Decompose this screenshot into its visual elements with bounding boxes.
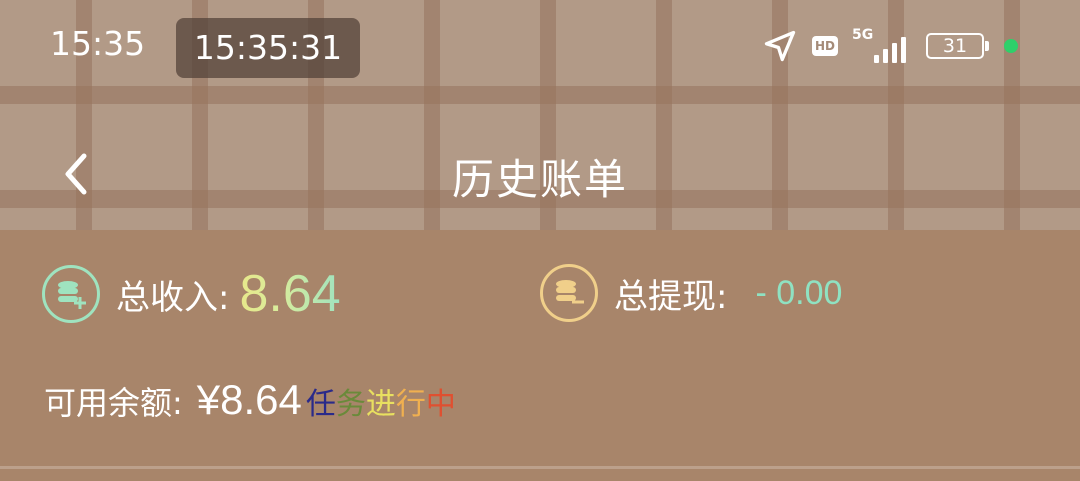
balance-value: ¥8.64 [196, 376, 302, 423]
total-income: 总收入: 8.64 [42, 264, 341, 324]
coin-stack-minus-icon [540, 264, 598, 322]
status-icons: HD 5G 31 [762, 26, 1018, 66]
total-withdrawal: 总提现: - 0.00 [540, 264, 842, 322]
summary-card: 总收入: 8.64 总提现: - 0.00 可用余额: ¥8.64 任务进行中 [0, 230, 1080, 481]
divider [0, 466, 1080, 469]
status-time: 15:35 [50, 24, 146, 63]
task-status-char: 中 [425, 387, 456, 422]
hd-icon: HD [812, 36, 838, 56]
title-bar: 历史账单 [0, 120, 1080, 224]
income-value: 8.64 [239, 265, 341, 323]
available-balance: 可用余额: ¥8.64 任务进行中 [44, 376, 456, 424]
task-status-char: 行 [395, 387, 426, 422]
coin-stack-plus-icon [42, 265, 100, 323]
location-arrow-icon [762, 28, 798, 64]
withdraw-value: - 0.00 [755, 273, 843, 312]
task-status-char: 任 [305, 387, 336, 422]
balance-label: 可用余额: [44, 384, 183, 422]
withdraw-label: 总提现: [614, 276, 728, 317]
battery-icon: 31 [926, 33, 989, 59]
privacy-indicator-dot [1004, 39, 1018, 53]
page-title: 历史账单 [451, 155, 628, 204]
income-label: 总收入: [116, 277, 230, 318]
task-status: 任务进行中 [306, 379, 456, 423]
clock-chip: 15:35:31 [176, 18, 360, 78]
task-status-char: 进 [365, 387, 396, 422]
signal-5g-icon: 5G [852, 27, 912, 63]
status-bar: 15:35 15:35:31 HD 5G 31 [0, 0, 1080, 90]
task-status-char: 务 [335, 387, 366, 422]
